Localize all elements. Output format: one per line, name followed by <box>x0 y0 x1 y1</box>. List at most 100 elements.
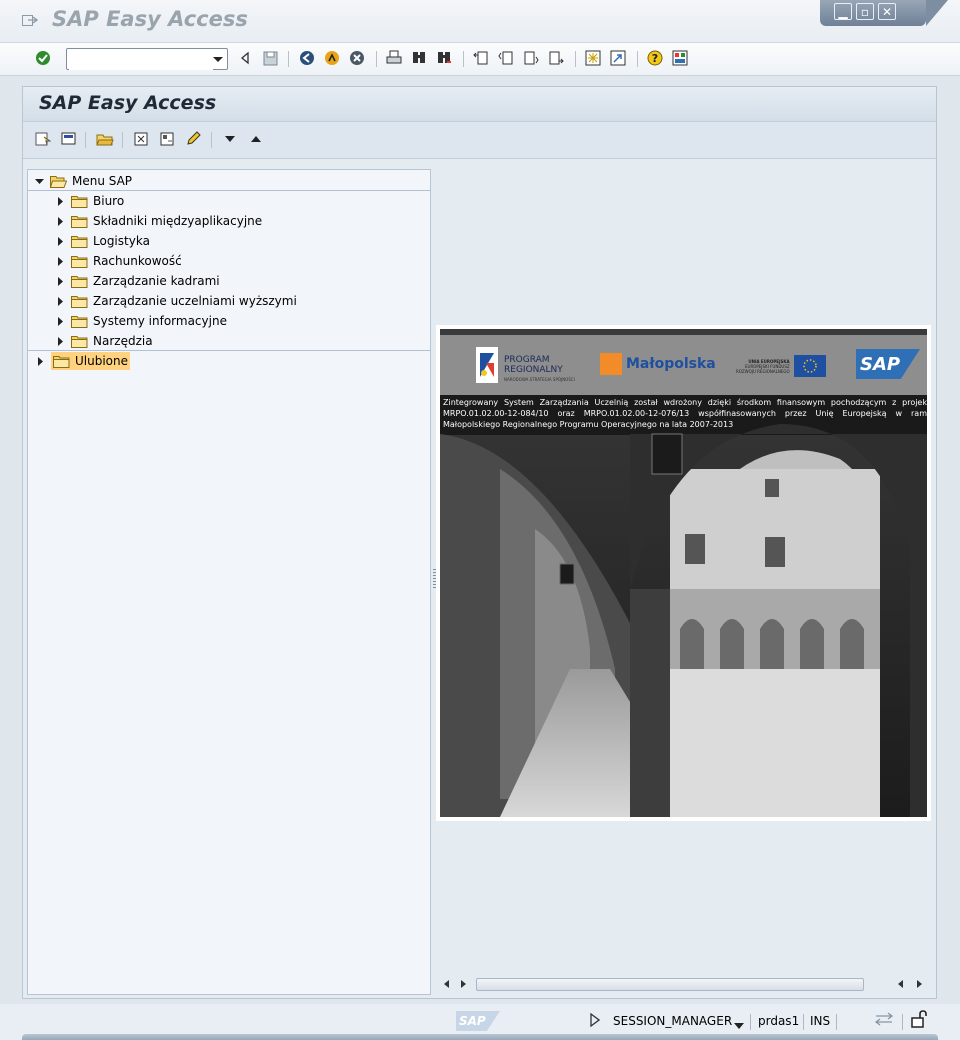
window-bottom-band <box>22 1034 938 1040</box>
svg-text:?: ? <box>652 52 658 65</box>
help-icon[interactable]: ? <box>646 49 664 67</box>
collapsed-arrow-icon[interactable] <box>55 296 65 306</box>
folder-icon <box>71 215 88 228</box>
lock-icon[interactable] <box>910 1010 928 1031</box>
first-page-icon[interactable] <box>472 49 490 67</box>
next-page-icon[interactable] <box>522 49 540 67</box>
create-role-icon[interactable] <box>132 130 150 148</box>
banner-funding-paragraph: Zintegrowany System Zarządzania Uczelnią… <box>443 398 927 429</box>
program-regionalny-emblem <box>476 347 498 383</box>
cancel-icon[interactable] <box>348 49 366 67</box>
tree-node[interactable]: Składniki międzyaplikacyjne <box>55 212 264 230</box>
back-icon[interactable] <box>298 49 316 67</box>
sap-banner-text: SAP <box>860 353 901 375</box>
customize-layout-icon[interactable] <box>671 49 689 67</box>
back-triangle-icon[interactable] <box>236 49 254 67</box>
other-menu-icon[interactable] <box>34 130 52 148</box>
favorites-folder-icon[interactable] <box>96 130 114 148</box>
collapsed-arrow-icon[interactable] <box>55 316 65 326</box>
malopolska-logo: Małopolska <box>600 353 716 375</box>
collapsed-arrow-icon[interactable] <box>55 276 65 286</box>
pencil-icon[interactable] <box>184 130 202 148</box>
folder-icon <box>71 275 88 288</box>
add-to-favorites-icon[interactable] <box>60 130 78 148</box>
collapsed-arrow-icon[interactable] <box>55 196 65 206</box>
chevron-down-icon[interactable] <box>213 57 223 62</box>
collapsed-arrow-icon[interactable] <box>55 336 65 346</box>
status-expand-icon[interactable] <box>590 1012 601 1030</box>
eu-logo: UNIA EUROPEJSKA EUROPEJSKI FUNDUSZ ROZWO… <box>736 355 826 377</box>
picture-pane: PROGRAM REGIONALNY NARODOWA STRATEGIA SP… <box>436 169 936 995</box>
input-mode[interactable]: INS <box>810 1014 830 1028</box>
tree-node-label: Biuro <box>93 194 125 208</box>
tree-node-label: Rachunkowość <box>93 254 182 268</box>
menu-tree: Menu SAP Biuro Składniki międzyaplikacyj… <box>27 169 431 995</box>
tree-node-label: Zarządzanie uczelniami wyższymi <box>93 294 297 308</box>
page-header: SAP Easy Access <box>23 87 936 122</box>
banner-funding-text: Zintegrowany System Zarządzania Uczelnią… <box>443 397 927 430</box>
tree-node-label: Składniki międzyaplikacyjne <box>93 214 263 228</box>
folder-icon <box>71 235 88 248</box>
splash-image: PROGRAM REGIONALNY NARODOWA STRATEGIA SP… <box>440 329 927 817</box>
open-folder-icon <box>50 175 67 188</box>
previous-page-icon[interactable] <box>497 49 515 67</box>
tree-node-label: Narzędzia <box>93 334 153 348</box>
enter-icon[interactable] <box>34 49 52 67</box>
collapsed-arrow-icon[interactable] <box>55 216 65 226</box>
tree-node-menu-sap[interactable]: Menu SAP <box>34 172 134 190</box>
collapsed-arrow-icon[interactable] <box>55 256 65 266</box>
find-next-icon[interactable] <box>435 49 453 67</box>
window-controls: ▁ ▫ ✕ <box>820 0 948 26</box>
tree-node[interactable]: Biuro <box>55 192 126 210</box>
expanded-arrow-icon[interactable] <box>34 176 44 186</box>
folder-icon <box>71 195 88 208</box>
command-input[interactable] <box>69 50 213 70</box>
malopolska-text: Małopolska <box>626 356 716 372</box>
maximize-icon[interactable]: ▫ <box>856 3 874 20</box>
last-page-icon[interactable] <box>547 49 565 67</box>
minimize-icon[interactable]: ▁ <box>834 3 852 20</box>
close-icon[interactable]: ✕ <box>878 3 896 20</box>
scroll-right-icon[interactable] <box>898 980 903 988</box>
exit-icon[interactable] <box>323 49 341 67</box>
collapse-up-icon[interactable] <box>247 130 265 148</box>
scroll-left-icon[interactable] <box>461 980 466 988</box>
server-name: prdas1 <box>758 1014 800 1028</box>
tree-node-label: Menu SAP <box>72 174 133 188</box>
create-session-icon[interactable] <box>584 49 602 67</box>
sap-status-logo-text: SAP <box>456 1011 500 1031</box>
command-field[interactable] <box>66 48 228 70</box>
window-title-bar: SAP Easy Access ▁ ▫ ✕ <box>0 0 960 43</box>
print-icon[interactable] <box>385 49 403 67</box>
window-title: SAP Easy Access <box>52 7 248 31</box>
create-shortcut-icon[interactable] <box>609 49 627 67</box>
scrollbar-thumb[interactable] <box>476 978 864 991</box>
standard-toolbar: ? <box>0 43 960 76</box>
scroll-right-far-icon[interactable] <box>917 980 922 988</box>
eu-flag-icon <box>793 355 826 377</box>
splash-image-frame: PROGRAM REGIONALNY NARODOWA STRATEGIA SP… <box>436 325 931 821</box>
collapsed-arrow-icon[interactable] <box>55 236 65 246</box>
transaction-dropdown-icon[interactable] <box>734 1018 744 1032</box>
find-icon[interactable] <box>410 49 428 67</box>
horizontal-scrollbar[interactable] <box>436 975 932 993</box>
save-icon[interactable] <box>261 49 279 67</box>
folder-icon <box>53 355 70 368</box>
assign-users-icon[interactable] <box>158 130 176 148</box>
tree-node[interactable]: Zarządzanie kadrami <box>55 272 222 290</box>
tree-node-label: Zarządzanie kadrami <box>93 274 220 288</box>
tree-node[interactable]: Zarządzanie uczelniami wyższymi <box>55 292 299 310</box>
tree-node[interactable]: Narzędzia <box>55 332 155 350</box>
collapsed-arrow-icon[interactable] <box>35 356 45 366</box>
tree-node[interactable]: Systemy informacyjne <box>55 312 229 330</box>
sap-window-icon <box>22 13 39 27</box>
folder-icon <box>71 335 88 348</box>
tree-node[interactable]: Rachunkowość <box>55 252 184 270</box>
tree-node-favorites[interactable]: Ulubione <box>35 352 131 370</box>
tree-node[interactable]: Logistyka <box>55 232 152 250</box>
tree-node-label: Logistyka <box>93 234 150 248</box>
expand-down-icon[interactable] <box>221 130 239 148</box>
scroll-left-far-icon[interactable] <box>444 980 449 988</box>
system-info-icon[interactable] <box>874 1012 894 1029</box>
folder-icon <box>71 255 88 268</box>
